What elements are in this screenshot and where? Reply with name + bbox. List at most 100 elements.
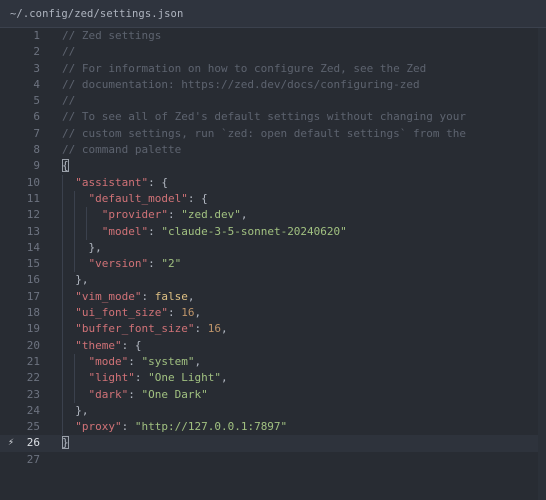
code-line[interactable]: 20 "theme": { [0, 337, 546, 354]
code-text[interactable]: "proxy": "http://127.0.0.1:7897" [62, 419, 287, 435]
line-number: 21 [26, 354, 40, 368]
code-text[interactable]: "provider": "zed.dev", [62, 207, 248, 223]
code-token: "proxy" [75, 420, 122, 434]
code-line[interactable]: 18 "ui_font_size": 16, [0, 305, 546, 322]
code-token: "ui_font_size" [75, 306, 168, 320]
code-line[interactable]: ⚡ 26} [0, 435, 546, 452]
code-token: "theme" [75, 338, 122, 352]
code-text[interactable]: // [62, 44, 75, 60]
line-number: 27 [26, 452, 40, 466]
line-number: 11 [26, 191, 40, 205]
code-line[interactable]: 8 // command palette [0, 142, 546, 158]
code-line[interactable]: 6 // To see all of Zed's default settings… [0, 109, 546, 125]
code-text[interactable]: "ui_font_size": 16, [62, 305, 201, 321]
code-token: , [187, 289, 195, 303]
code-text[interactable]: }, [62, 272, 88, 288]
code-line[interactable]: 13 "model": "claude-3-5-sonnet-20240620" [0, 223, 546, 240]
code-text[interactable]: // custom settings, run `zed: open defau… [62, 126, 466, 142]
code-token: "dark" [88, 387, 129, 401]
code-line[interactable]: 24 }, [0, 402, 546, 420]
line-number: 7 [33, 126, 40, 140]
code-text[interactable]: // For information on how to configure Z… [62, 61, 426, 77]
code-line[interactable]: 25 "proxy": "http://127.0.0.1:7897" [0, 419, 546, 436]
code-line[interactable]: 27 [0, 452, 546, 468]
code-line[interactable]: 15 "version": "2" [0, 256, 546, 273]
code-token: { [62, 159, 69, 173]
code-line[interactable]: 9{ [0, 158, 546, 174]
code-text[interactable]: "default_model": { [62, 191, 208, 207]
code-line[interactable]: 1 // Zed settings [0, 28, 546, 44]
code-token: : [167, 208, 182, 222]
line-number: 24 [26, 403, 40, 417]
code-line[interactable]: 22 "light": "One Light", [0, 370, 546, 387]
code-text[interactable]: // documentation: https://zed.dev/docs/c… [62, 77, 420, 93]
code-token: } [62, 436, 69, 450]
code-text[interactable]: "dark": "One Dark" [62, 387, 208, 403]
code-line[interactable]: 19 "buffer_font_size": 16, [0, 321, 546, 338]
code-token: , [240, 208, 248, 222]
code-token: false [154, 289, 188, 303]
code-line[interactable]: 5 // [0, 93, 546, 109]
code-text[interactable]: // [62, 93, 75, 109]
code-token: : [128, 387, 142, 401]
code-text[interactable]: "model": "claude-3-5-sonnet-20240620" [62, 224, 347, 240]
code-line[interactable]: 12 "provider": "zed.dev", [0, 207, 546, 224]
code-line[interactable]: 4 // documentation: https://zed.dev/docs/… [0, 77, 546, 93]
code-token: : [148, 257, 162, 271]
code-token: 16 [207, 322, 221, 336]
line-number: 6 [33, 110, 40, 124]
code-token: "2" [161, 257, 182, 271]
code-text[interactable]: "light": "One Light", [62, 370, 228, 386]
code-token: : { [187, 191, 208, 205]
line-number: 18 [26, 306, 40, 320]
code-text[interactable]: // Zed settings [62, 28, 161, 44]
line-number: 4 [33, 77, 40, 91]
code-line[interactable]: 17 "vim_mode": false, [0, 288, 546, 306]
line-number: 14 [26, 240, 40, 254]
vertical-scrollbar[interactable] [538, 28, 546, 500]
code-text[interactable]: // command palette [62, 142, 181, 158]
code-token: , [194, 354, 202, 368]
code-line[interactable]: 7 // custom settings, run `zed: open defa… [0, 126, 546, 142]
code-text[interactable]: }, [62, 403, 89, 419]
code-token: "One Light" [148, 371, 221, 385]
code-line[interactable]: 11 "default_model": { [0, 190, 546, 208]
code-line[interactable]: 23 "dark": "One Dark" [0, 386, 546, 403]
code-text[interactable]: } [62, 435, 69, 451]
code-text[interactable]: // To see all of Zed's default settings … [62, 109, 466, 125]
code-text[interactable]: "buffer_font_size": 16, [62, 321, 227, 337]
line-number: 9 [33, 159, 40, 173]
code-text[interactable]: "theme": { [62, 338, 141, 354]
code-token: "provider" [101, 208, 168, 222]
code-line[interactable]: 16 }, [0, 272, 546, 289]
code-token: : [121, 420, 135, 434]
code-line[interactable]: 10 "assistant": { [0, 174, 546, 191]
code-text[interactable]: }, [62, 240, 102, 256]
code-editor[interactable]: ~/.config/zed/settings.json 1 // Zed sett… [0, 0, 546, 500]
code-line[interactable]: 21 "mode": "system", [0, 353, 546, 371]
code-token: }, [62, 240, 102, 254]
code-text[interactable]: "vim_mode": false, [62, 289, 194, 305]
code-text[interactable]: "version": "2" [62, 256, 182, 272]
code-text[interactable]: { [62, 158, 69, 174]
code-text[interactable]: "mode": "system", [62, 354, 202, 370]
code-token: }, [62, 403, 89, 417]
code-token: : [128, 354, 142, 368]
code-token: , [194, 306, 202, 320]
code-token: // To see all of Zed's default settings … [62, 110, 466, 124]
code-line[interactable]: 3 // For information on how to configure … [0, 61, 546, 77]
code-token: , [220, 371, 228, 385]
code-line[interactable]: 14 }, [0, 239, 546, 257]
code-text[interactable]: "assistant": { [62, 175, 168, 191]
line-number: 8 [33, 143, 40, 157]
code-line[interactable]: 2 // [0, 44, 546, 60]
code-lines[interactable]: 1 // Zed settings 2 // 3 // For information o… [0, 28, 546, 468]
